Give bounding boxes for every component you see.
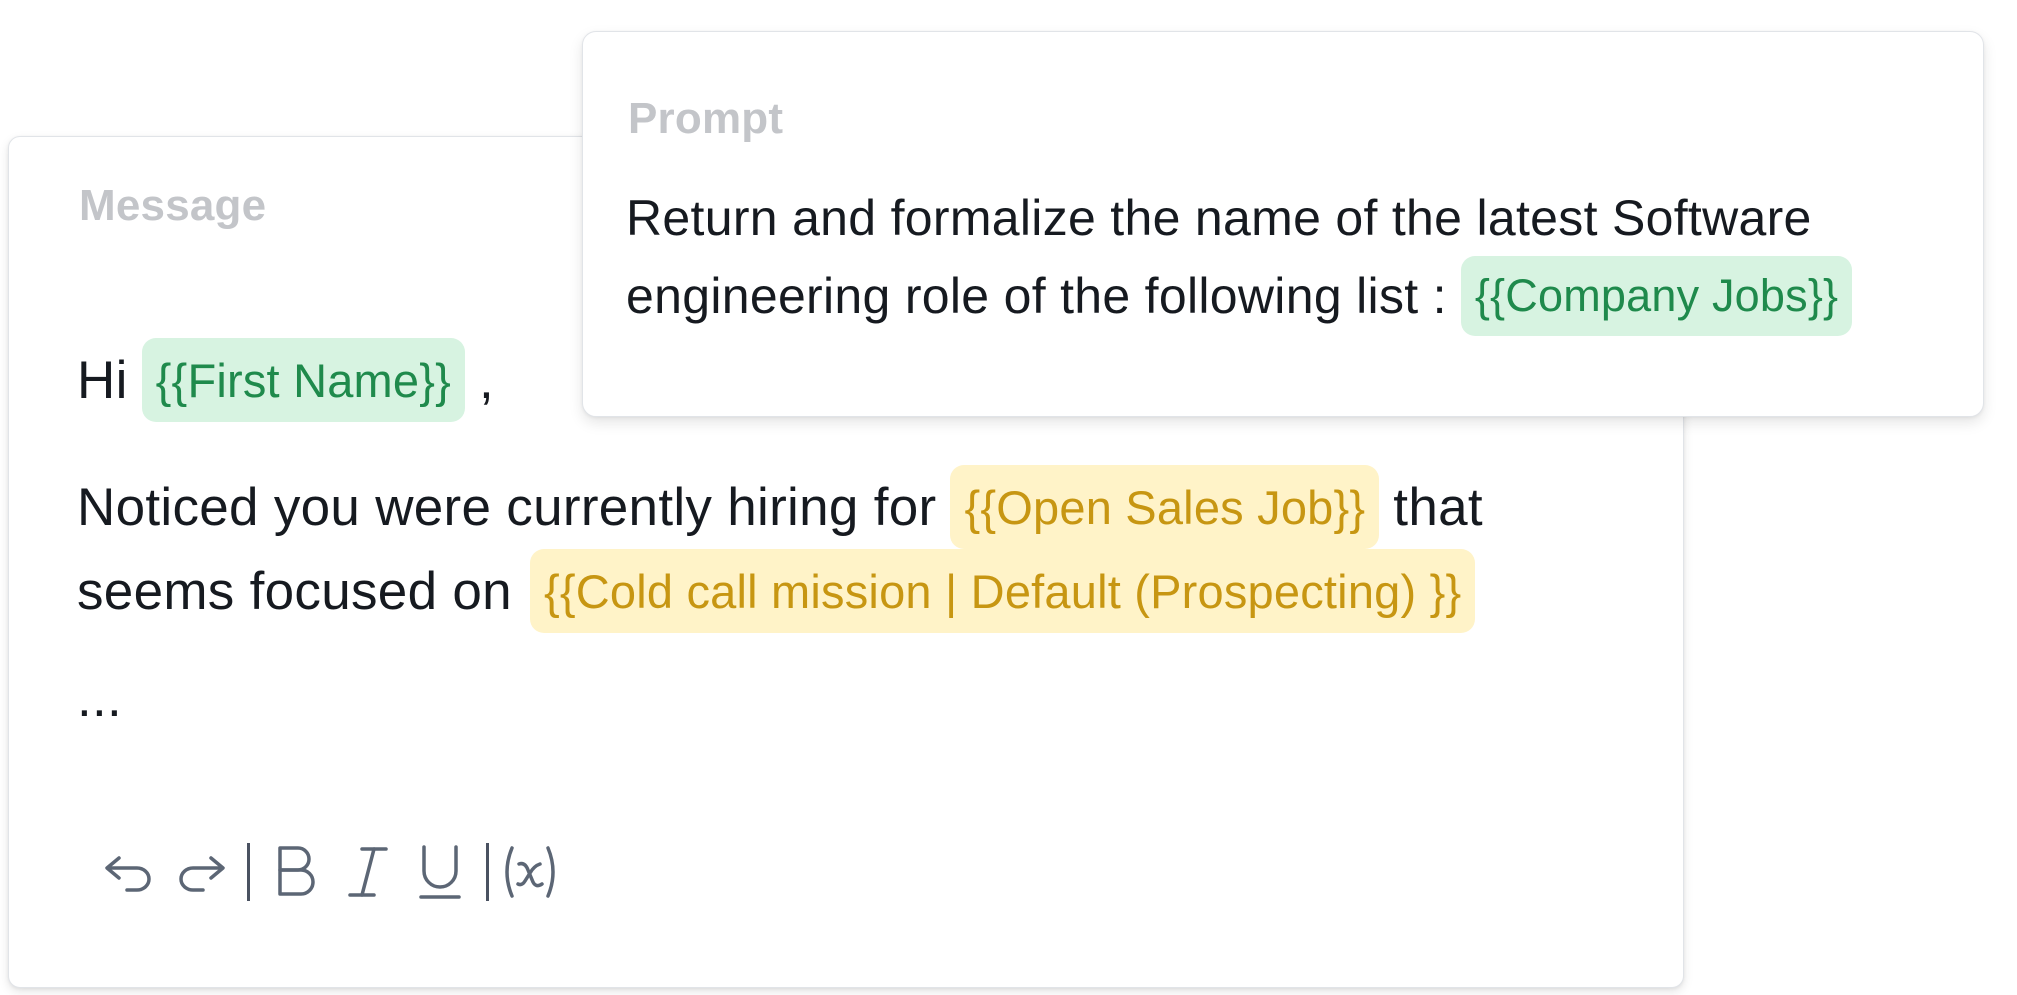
cold-call-mission-variable-chip[interactable]: {{Cold call mission | Default (Prospecti… — [529, 549, 1476, 633]
hiring-text: Noticed you were currently hiring for — [77, 477, 937, 537]
prompt-label: Prompt — [628, 94, 784, 143]
underline-icon — [419, 845, 461, 899]
prompt-card[interactable]: Prompt Return and formalize the name of … — [582, 31, 1984, 417]
redo-icon — [179, 856, 225, 892]
redo-button[interactable] — [165, 832, 237, 912]
prompt-line-1[interactable]: Return and formalize the name of the lat… — [626, 178, 1812, 258]
editor-stage: Message Hi {{First Name}} , Noticed you … — [0, 0, 2017, 995]
focus-text: seems focused on — [77, 561, 512, 621]
underline-button[interactable] — [404, 832, 476, 912]
undo-icon — [105, 856, 151, 892]
insert-variable-button[interactable] — [499, 832, 561, 912]
hiring-tail-text: that — [1393, 477, 1483, 537]
toolbar-divider — [247, 843, 250, 901]
bold-button[interactable] — [260, 832, 332, 912]
toolbar-divider — [486, 843, 489, 901]
first-name-variable-chip[interactable]: {{First Name}} — [141, 338, 466, 422]
greeting-line[interactable]: Hi {{First Name}} , — [77, 337, 494, 423]
bold-icon — [278, 846, 315, 896]
italic-icon — [348, 847, 388, 897]
focus-line[interactable]: seems focused on {{Cold call mission | D… — [77, 548, 1476, 634]
variable-icon — [505, 846, 555, 898]
ellipsis-text: ... — [77, 668, 123, 728]
open-sales-job-variable-chip[interactable]: {{Open Sales Job}} — [950, 465, 1380, 549]
formatting-toolbar — [93, 827, 561, 917]
prompt-text-1: Return and formalize the name of the lat… — [626, 190, 1812, 246]
message-label: Message — [79, 181, 267, 230]
greeting-prefix: Hi — [77, 350, 128, 410]
greeting-suffix: , — [479, 350, 495, 410]
undo-button[interactable] — [93, 832, 165, 912]
company-jobs-variable-chip[interactable]: {{Company Jobs}} — [1460, 256, 1853, 336]
hiring-line[interactable]: Noticed you were currently hiring for {{… — [77, 464, 1483, 550]
prompt-line-2[interactable]: engineering role of the following list :… — [626, 254, 1853, 338]
prompt-text-2: engineering role of the following list : — [626, 268, 1447, 324]
italic-button[interactable] — [332, 832, 404, 912]
ellipsis-line[interactable]: ... — [77, 655, 122, 741]
